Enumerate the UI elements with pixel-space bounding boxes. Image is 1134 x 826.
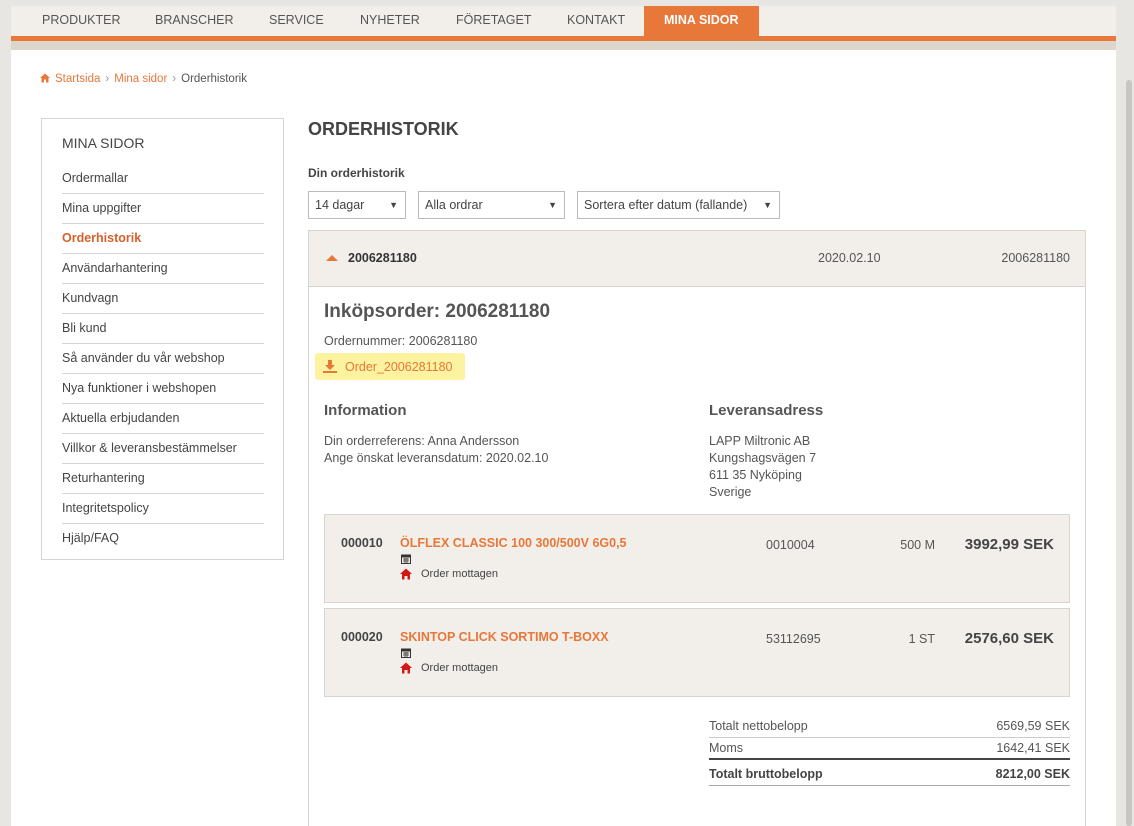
page-scrollbar[interactable] bbox=[1126, 80, 1132, 826]
calendar-icon bbox=[401, 648, 411, 658]
download-label: Order_2006281180 bbox=[345, 360, 453, 374]
order-number-line: Ordernummer: 2006281180 bbox=[324, 334, 478, 348]
order-download-link[interactable]: Order_2006281180 bbox=[315, 353, 465, 380]
sidebar-item-nya-funktioner[interactable]: Nya funktioner i webshopen bbox=[62, 374, 264, 404]
article-number: 0010004 bbox=[766, 538, 815, 552]
order-header-date: 2020.02.10 bbox=[818, 251, 881, 265]
order-status: Order mottagen bbox=[421, 568, 499, 580]
sidebar-item-orderhistorik[interactable]: Orderhistorik bbox=[62, 224, 264, 254]
breadcrumb-mina-sidor[interactable]: Mina sidor bbox=[114, 73, 167, 85]
dropdown-arrow-icon: ▼ bbox=[389, 200, 398, 210]
vat-label: Moms bbox=[709, 741, 744, 755]
collapse-caret-icon[interactable] bbox=[326, 255, 338, 261]
vat-value: 1642,41 SEK bbox=[996, 741, 1070, 755]
breadcrumb-home[interactable]: Startsida bbox=[55, 73, 100, 85]
nav-item-mina-sidor[interactable]: MINA SIDOR bbox=[644, 6, 759, 36]
main-nav: PRODUKTER BRANSCHER SERVICE NYHETER FÖRE… bbox=[11, 6, 1116, 36]
address-line: Sverige bbox=[709, 485, 752, 499]
information-heading: Information bbox=[324, 402, 407, 419]
sidebar-item-kundvagn[interactable]: Kundvagn bbox=[62, 284, 264, 314]
order-header-number-right: 2006281180 bbox=[1001, 251, 1070, 265]
order-reference: Din orderreferens: Anna Andersson bbox=[324, 434, 520, 448]
dropdown-arrow-icon: ▼ bbox=[763, 200, 772, 210]
breadcrumb: Startsida › Mina sidor › Orderhistorik bbox=[40, 73, 247, 85]
delivery-date: Ange önskat leveransdatum: 2020.02.10 bbox=[324, 451, 549, 465]
calendar-icon bbox=[401, 554, 411, 564]
total-gross-value: 8212,00 SEK bbox=[995, 767, 1070, 781]
sidebar-item-hjalp-faq[interactable]: Hjälp/FAQ bbox=[62, 524, 264, 554]
orderhistory-subheading: Din orderhistorik bbox=[308, 166, 405, 180]
vat-row: Moms 1642,41 SEK bbox=[709, 738, 1070, 760]
nav-item-branscher[interactable]: BRANSCHER bbox=[155, 6, 234, 36]
download-icon bbox=[323, 360, 337, 373]
sidebar-item-mina-uppgifter[interactable]: Mina uppgifter bbox=[62, 194, 264, 224]
delivery-address-heading: Leveransadress bbox=[709, 402, 824, 419]
order-status: Order mottagen bbox=[421, 662, 499, 674]
line-position: 000020 bbox=[341, 630, 383, 644]
sidebar-item-erbjudanden[interactable]: Aktuella erbjudanden bbox=[62, 404, 264, 434]
purchase-order-title: Inköpsorder: 2006281180 bbox=[324, 301, 551, 322]
home-icon[interactable] bbox=[40, 73, 50, 83]
nav-item-service[interactable]: SERVICE bbox=[269, 6, 324, 36]
nav-item-kontakt[interactable]: KONTAKT bbox=[567, 6, 625, 36]
quantity: 1 ST bbox=[908, 632, 935, 646]
article-number: 53112695 bbox=[766, 632, 821, 646]
order-header-number: 2006281180 bbox=[348, 251, 417, 265]
sidebar-menu: Ordermallar Mina uppgifter Orderhistorik… bbox=[62, 164, 264, 554]
order-panel: 2006281180 2020.02.10 2006281180 Inköpso… bbox=[308, 230, 1086, 826]
sidebar-item-villkor[interactable]: Villkor & leveransbestämmelser bbox=[62, 434, 264, 464]
sidebar: MINA SIDOR Ordermallar Mina uppgifter Or… bbox=[41, 118, 284, 560]
total-net-row: Totalt nettobelopp 6569,59 SEK bbox=[709, 716, 1070, 738]
order-type-select[interactable]: Alla ordrar ▼ bbox=[418, 191, 565, 219]
sidebar-item-ordermallar[interactable]: Ordermallar bbox=[62, 164, 264, 194]
breadcrumb-separator-icon: › bbox=[105, 73, 110, 85]
sort-select-value: Sortera efter datum (fallande) bbox=[584, 198, 748, 212]
sidebar-item-webshop-guide[interactable]: Så använder du vår webshop bbox=[62, 344, 264, 374]
period-select-value: 14 dagar bbox=[315, 198, 365, 212]
nav-item-produkter[interactable]: PRODUKTER bbox=[42, 6, 120, 36]
address-line: LAPP Miltronic AB bbox=[709, 434, 811, 448]
period-select[interactable]: 14 dagar ▼ bbox=[308, 191, 406, 219]
nav-item-foretaget[interactable]: FÖRETAGET bbox=[456, 6, 531, 36]
nav-item-nyheter[interactable]: NYHETER bbox=[360, 6, 420, 36]
total-gross-row: Totalt bruttobelopp 8212,00 SEK bbox=[709, 758, 1070, 786]
total-net-value: 6569,59 SEK bbox=[996, 719, 1070, 733]
page-title: ORDERHISTORIK bbox=[308, 119, 459, 139]
sidebar-item-returhantering[interactable]: Returhantering bbox=[62, 464, 264, 494]
breadcrumb-separator-icon: › bbox=[172, 73, 177, 85]
line-position: 000010 bbox=[341, 536, 383, 550]
order-line-item: 000020 SKINTOP CLICK SORTIMO T-BOXX Orde… bbox=[324, 608, 1070, 697]
order-type-select-value: Alla ordrar bbox=[425, 198, 483, 212]
product-name-link[interactable]: ÖLFLEX CLASSIC 100 300/500V 6G0,5 bbox=[400, 536, 627, 550]
status-home-icon bbox=[400, 568, 412, 580]
quantity: 500 M bbox=[900, 538, 935, 552]
sort-select[interactable]: Sortera efter datum (fallande) ▼ bbox=[577, 191, 780, 219]
breadcrumb-current: Orderhistorik bbox=[181, 73, 247, 85]
sidebar-item-bli-kund[interactable]: Bli kund bbox=[62, 314, 264, 344]
page: PRODUKTER BRANSCHER SERVICE NYHETER FÖRE… bbox=[11, 6, 1116, 826]
nav-divider bbox=[11, 41, 1116, 50]
product-name-link[interactable]: SKINTOP CLICK SORTIMO T-BOXX bbox=[400, 630, 609, 644]
sidebar-item-anvandarhantering[interactable]: Användarhantering bbox=[62, 254, 264, 284]
address-line: 611 35 Nyköping bbox=[709, 468, 802, 482]
dropdown-arrow-icon: ▼ bbox=[548, 200, 557, 210]
line-price: 3992,99 SEK bbox=[964, 536, 1054, 553]
total-gross-label: Totalt bruttobelopp bbox=[709, 767, 823, 781]
address-line: Kungshagsvägen 7 bbox=[709, 451, 817, 465]
status-home-icon bbox=[400, 662, 412, 674]
sidebar-title: MINA SIDOR bbox=[62, 135, 145, 151]
sidebar-item-integritetspolicy[interactable]: Integritetspolicy bbox=[62, 494, 264, 524]
total-net-label: Totalt nettobelopp bbox=[709, 719, 808, 733]
order-totals: Totalt nettobelopp 6569,59 SEK Moms 1642… bbox=[709, 716, 1070, 786]
order-header-row[interactable]: 2006281180 2020.02.10 2006281180 bbox=[309, 231, 1085, 287]
line-price: 2576,60 SEK bbox=[964, 630, 1054, 647]
order-line-item: 000010 ÖLFLEX CLASSIC 100 300/500V 6G0,5… bbox=[324, 514, 1070, 603]
